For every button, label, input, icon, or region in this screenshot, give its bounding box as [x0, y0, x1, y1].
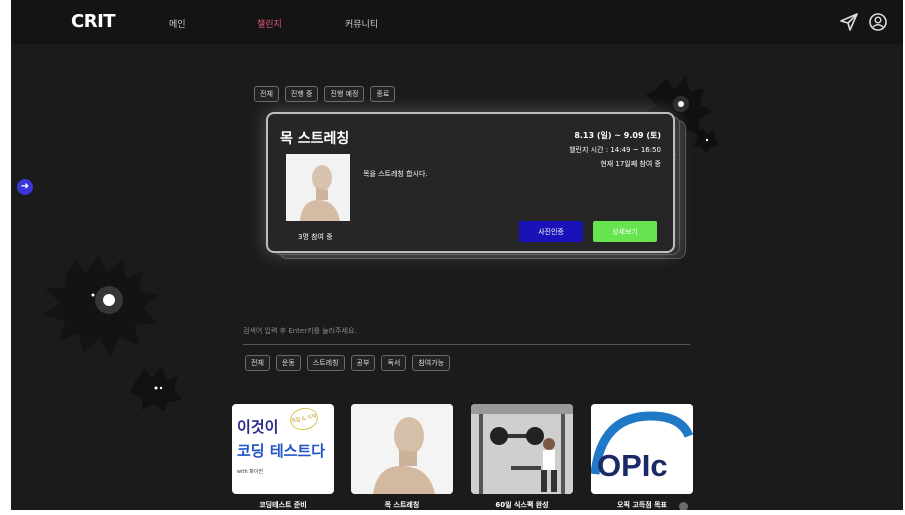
user-icon[interactable] [866, 10, 890, 34]
status-filter-ended[interactable]: 종료 [370, 86, 396, 102]
challenge-label-coding-test: 코딩테스트 준비 [259, 501, 307, 509]
category-filter-exercise[interactable]: 운동 [275, 355, 301, 371]
challenge-description: 목을 스트레칭 합시다. [363, 170, 428, 178]
challenge-date-range: 8.13 (일) ~ 9.09 (토) [574, 131, 661, 140]
dust-creature-tiny-decoration [694, 128, 719, 153]
nav-challenge[interactable]: 챌린지 [257, 17, 282, 30]
status-filter-row: 전체 진행 중 진행 예정 종료 [254, 86, 396, 102]
nav-main[interactable]: 메인 [169, 17, 186, 30]
category-filter-study[interactable]: 공부 [350, 355, 376, 371]
app-frame: CRIT 메인 챌린지 커뮤니티 ➜ 전체 진행 중 진행 예정 종료 목 스트… [11, 0, 903, 510]
category-filter-reading[interactable]: 독서 [381, 355, 407, 371]
coding-book-badge: with 파이썬 [237, 469, 263, 475]
challenge-tile-neck-stretch[interactable] [351, 404, 453, 494]
search-input[interactable] [243, 321, 690, 341]
coding-book-title-line1: 이것이 [237, 418, 279, 436]
neck-stretch-figure-image [286, 154, 350, 221]
challenge-label-neck-stretch: 목 스트레칭 [384, 501, 420, 509]
send-icon[interactable] [837, 10, 861, 34]
challenge-thumbnail [286, 154, 350, 221]
featured-challenge-card[interactable]: 목 스트레칭 8.13 (일) ~ 9.09 (토) 챌린지 시간 : 14:4… [266, 112, 675, 253]
participant-count: 3명 참여 중 [298, 233, 333, 241]
challenge-label-opic: 오픽 고득점 목표 [617, 501, 667, 509]
challenge-time: 챌린지 시간 : 14:49 ~ 16:50 [569, 146, 661, 154]
search-bar [243, 318, 690, 345]
top-navigation-bar: CRIT 메인 챌린지 커뮤니티 [11, 0, 903, 44]
challenge-tile-sixpack[interactable] [471, 404, 573, 494]
challenge-tile-coding-test[interactable]: 이것이 코딩 테스트다 with 파이썬 취업 & 이직 [232, 404, 334, 494]
category-filter-row: 전체 운동 스트레칭 공부 독서 참여가능 [245, 355, 451, 371]
challenge-tile-opic[interactable]: OPIc [591, 404, 693, 494]
neck-stretch-tile-image [351, 404, 453, 494]
dust-creature-large-decoration [43, 255, 159, 357]
nav-community[interactable]: 커뮤니티 [345, 17, 378, 30]
photo-verify-button[interactable]: 사진인증 [519, 221, 583, 242]
status-filter-ongoing[interactable]: 진행 중 [284, 86, 319, 102]
status-filter-all[interactable]: 전체 [254, 86, 279, 102]
next-arrow-button[interactable]: ➜ [17, 179, 33, 195]
coding-book-stamp: 취업 & 이직 [288, 405, 320, 433]
category-filter-joinable[interactable]: 참여가능 [412, 355, 451, 371]
challenge-title: 목 스트레칭 [280, 131, 350, 147]
challenge-label-sixpack: 60일 식스팩 완성 [495, 501, 549, 509]
category-filter-all[interactable]: 전체 [245, 355, 270, 371]
category-filter-stretching[interactable]: 스트레칭 [306, 355, 345, 371]
challenge-status: 현재 17일째 참여 중 [600, 160, 661, 168]
gym-photo-image [471, 404, 573, 494]
crit-logo[interactable]: CRIT [71, 11, 116, 32]
coding-book-title-line2: 코딩 테스트다 [237, 442, 326, 460]
arrow-right-icon: ➜ [20, 181, 30, 192]
opic-logo-text: OPIc [597, 448, 668, 483]
view-detail-button[interactable]: 상세보기 [593, 221, 657, 242]
scroll-indicator[interactable] [679, 502, 688, 510]
status-filter-upcoming[interactable]: 진행 예정 [324, 86, 365, 102]
dust-creature-small-decoration [130, 366, 182, 412]
